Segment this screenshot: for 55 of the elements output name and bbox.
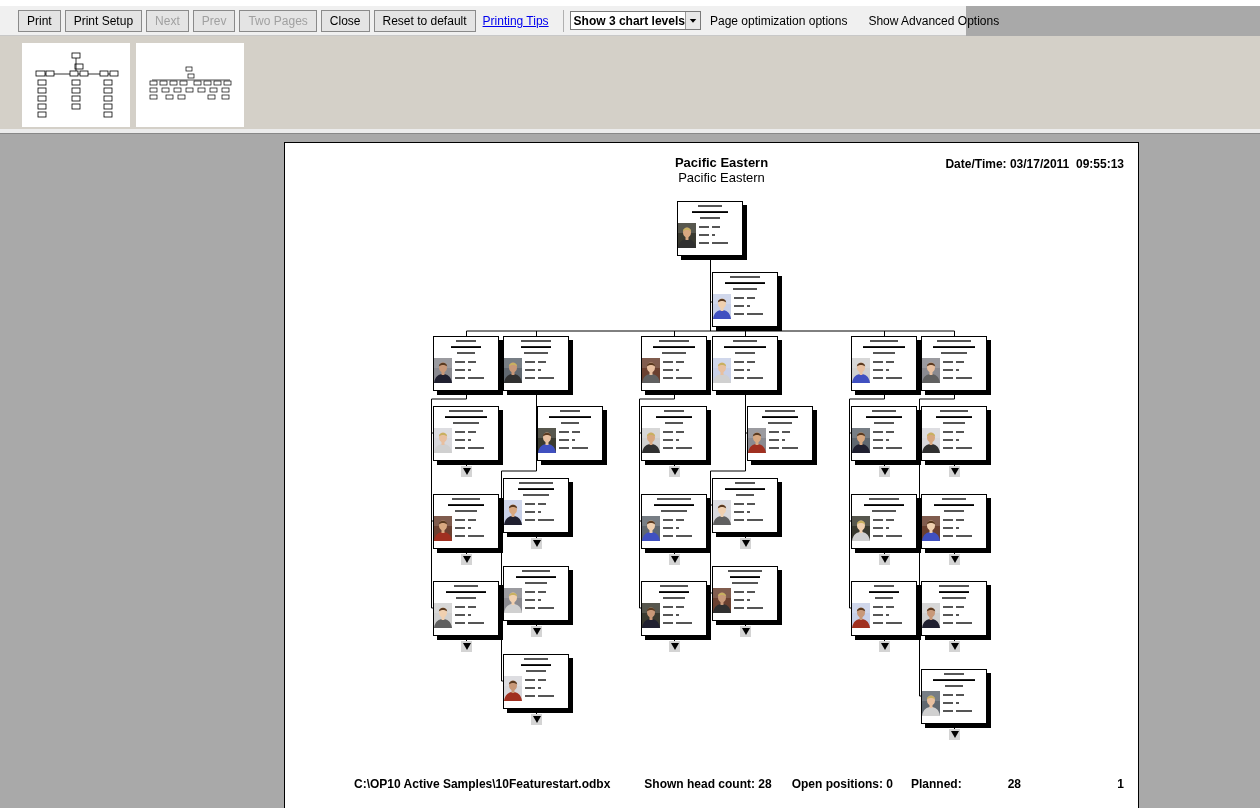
expand-button[interactable] — [531, 538, 542, 549]
expand-button[interactable] — [531, 714, 542, 725]
expand-button[interactable] — [461, 466, 472, 477]
chart-title: Pacific Eastern — [674, 155, 769, 170]
down-triangle-icon — [462, 643, 471, 650]
down-triangle-icon — [670, 468, 679, 475]
planned-value: 28 — [1007, 776, 1022, 793]
chart-levels-select[interactable]: Show 3 chart levels — [569, 11, 701, 30]
expand-button[interactable] — [740, 626, 751, 637]
expand-button[interactable] — [461, 554, 472, 565]
printing-tips-link[interactable]: Printing Tips — [482, 11, 549, 30]
down-triangle-icon — [880, 468, 889, 475]
file-path: C:\OP10 Active Samples\10Featurestart.odbx — [354, 776, 611, 793]
down-triangle-icon — [532, 716, 541, 723]
down-triangle-icon — [670, 556, 679, 563]
toolbar-button[interactable]: Print Setup — [64, 9, 143, 32]
toolbar-button[interactable]: Print — [18, 9, 61, 32]
expand-button[interactable] — [879, 554, 890, 565]
down-triangle-icon — [950, 556, 959, 563]
down-triangle-icon — [462, 468, 471, 475]
chart-subtitle: Pacific Eastern — [678, 170, 765, 185]
page-optimization-menu[interactable]: Page optimization options — [710, 11, 848, 30]
toolbar-button[interactable]: Reset to default — [373, 9, 476, 32]
down-triangle-icon — [950, 468, 959, 475]
expand-button[interactable] — [879, 466, 890, 477]
expand-button[interactable] — [949, 641, 960, 652]
expand-button[interactable] — [669, 466, 680, 477]
down-triangle-icon — [880, 643, 889, 650]
down-triangle-icon — [741, 540, 750, 547]
open-positions: Open positions: 0 — [791, 776, 893, 793]
page-thumbnail[interactable] — [22, 43, 130, 127]
expand-button[interactable] — [531, 626, 542, 637]
down-triangle-icon — [880, 556, 889, 563]
head-count: Shown head count: 28 — [644, 776, 772, 793]
down-triangle-icon — [950, 731, 959, 738]
expand-button[interactable] — [740, 538, 751, 549]
down-triangle-icon — [462, 556, 471, 563]
expand-button[interactable] — [879, 641, 890, 652]
show-advanced-options-button[interactable]: Show Advanced Options — [868, 11, 1000, 30]
page-thumbnail[interactable] — [136, 43, 244, 127]
expand-button[interactable] — [461, 641, 472, 652]
down-triangle-icon — [532, 628, 541, 635]
down-triangle-icon — [741, 628, 750, 635]
down-triangle-icon — [950, 643, 959, 650]
expand-button[interactable] — [949, 554, 960, 565]
toolbar-button[interactable]: Close — [320, 9, 370, 32]
down-triangle-icon — [532, 540, 541, 547]
expand-button[interactable] — [949, 466, 960, 477]
down-triangle-icon — [670, 643, 679, 650]
planned-label: Planned: — [911, 776, 962, 793]
expand-button[interactable] — [669, 641, 680, 652]
page-number: 1 — [1117, 776, 1124, 793]
date-time: Date/Time: 03/17/2011 09:55:13 — [945, 156, 1124, 173]
expand-button[interactable] — [669, 554, 680, 565]
expand-button[interactable] — [949, 729, 960, 740]
